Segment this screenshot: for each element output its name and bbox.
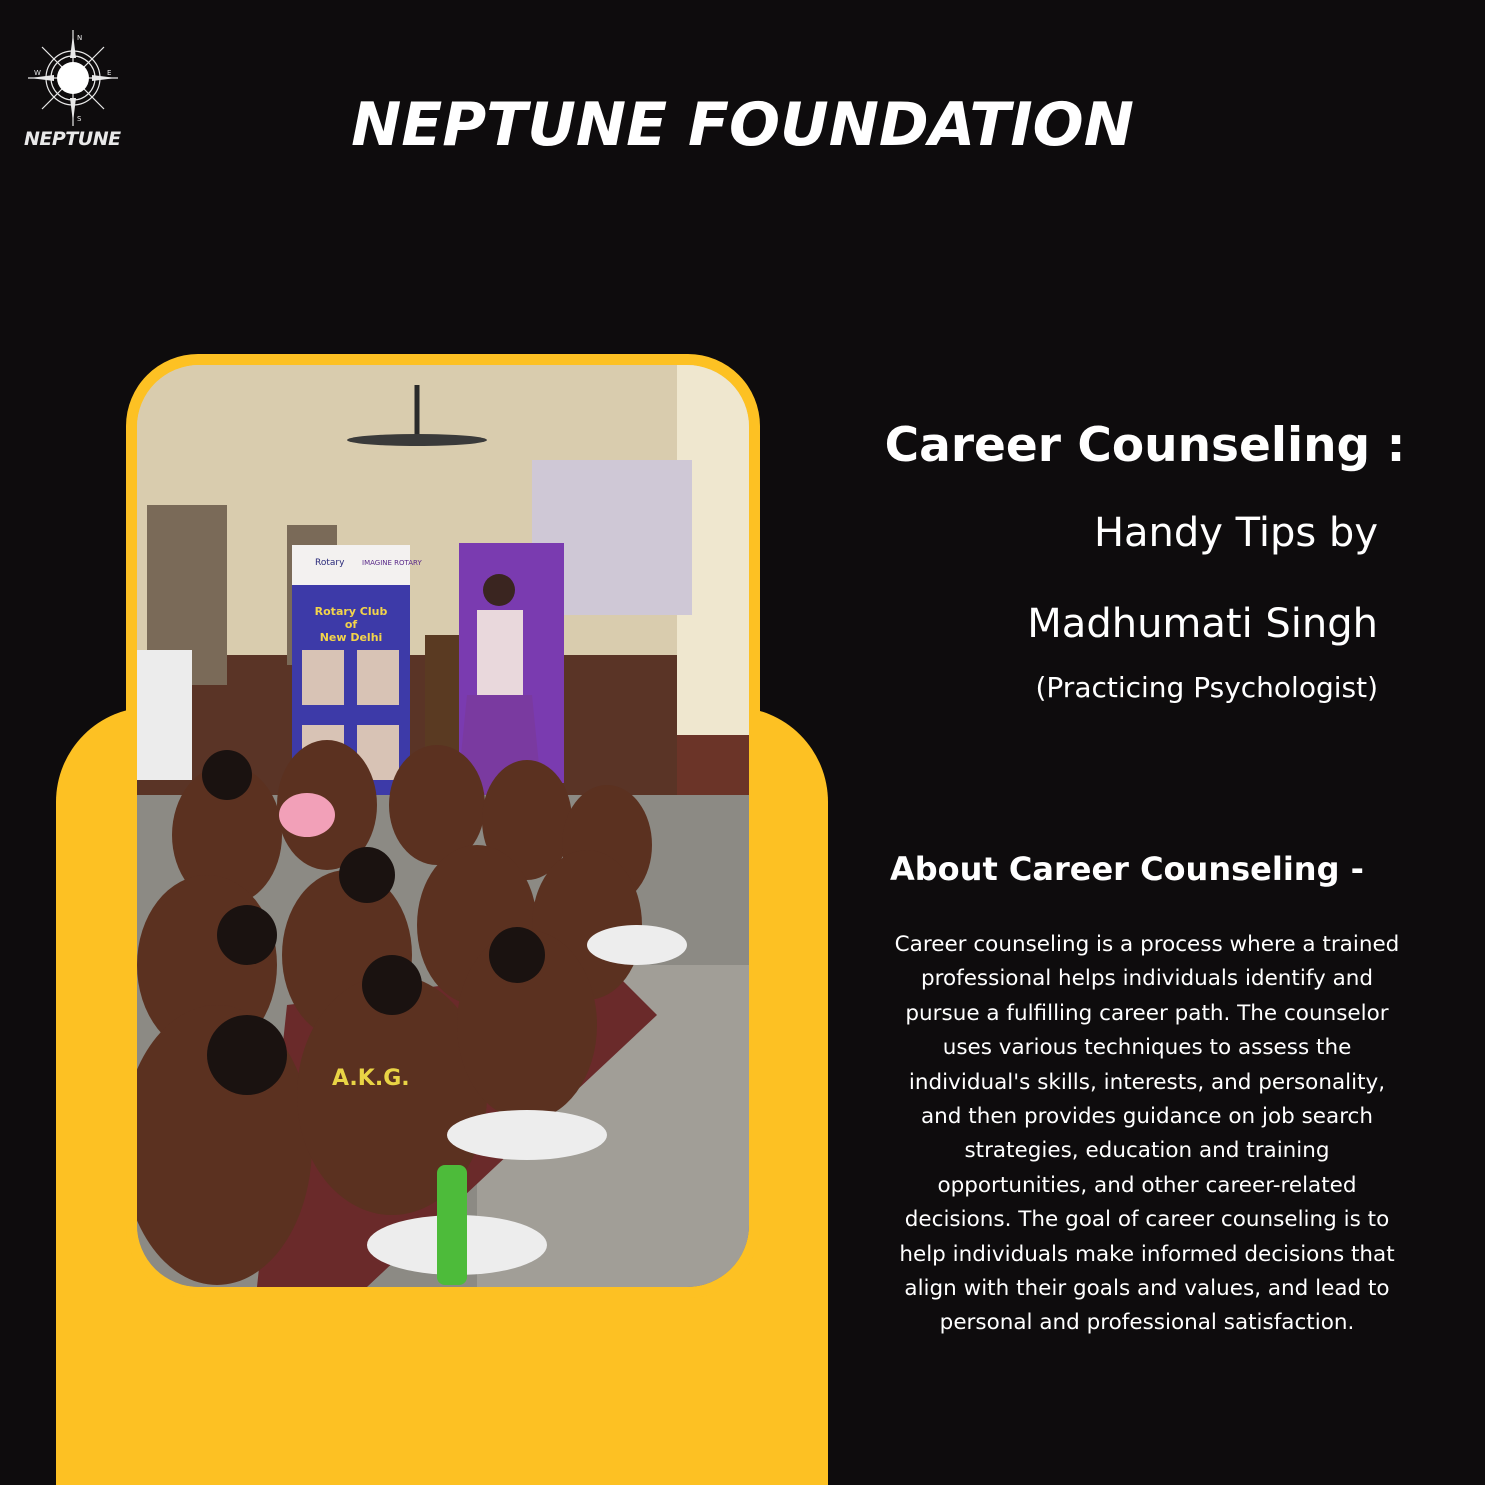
banner-line-1: Rotary	[315, 558, 345, 568]
subtitle-line-2: Madhumati Singh	[1027, 601, 1378, 647]
subtitle-line-3: (Practicing Psychologist)	[1035, 671, 1378, 704]
banner-line-4: of	[345, 618, 358, 631]
page-title: NEPTUNE FOUNDATION	[351, 90, 1134, 160]
banner-line-2: IMAGINE ROTARY	[362, 559, 422, 567]
about-body: Career counseling is a process where a t…	[894, 932, 1400, 1336]
classroom-photo: Rotary Club of New Delhi Rotary IMAGINE …	[137, 365, 749, 1287]
banner-line-3: Rotary Club	[315, 605, 388, 618]
compass-letter-n: N	[77, 34, 82, 42]
compass-letter-w: W	[34, 69, 41, 77]
compass-letter-e: E	[107, 69, 111, 77]
banner-line-5: New Delhi	[320, 631, 383, 644]
subtitle-line-1: Handy Tips by	[1093, 510, 1378, 556]
hoodie-text: A.K.G.	[332, 1066, 410, 1091]
about-heading: About Career Counseling -	[890, 850, 1364, 888]
photo-of-classroom-session-icon: Rotary Club of New Delhi Rotary IMAGINE …	[137, 365, 749, 1287]
section-heading: Career Counseling :	[884, 418, 1406, 473]
